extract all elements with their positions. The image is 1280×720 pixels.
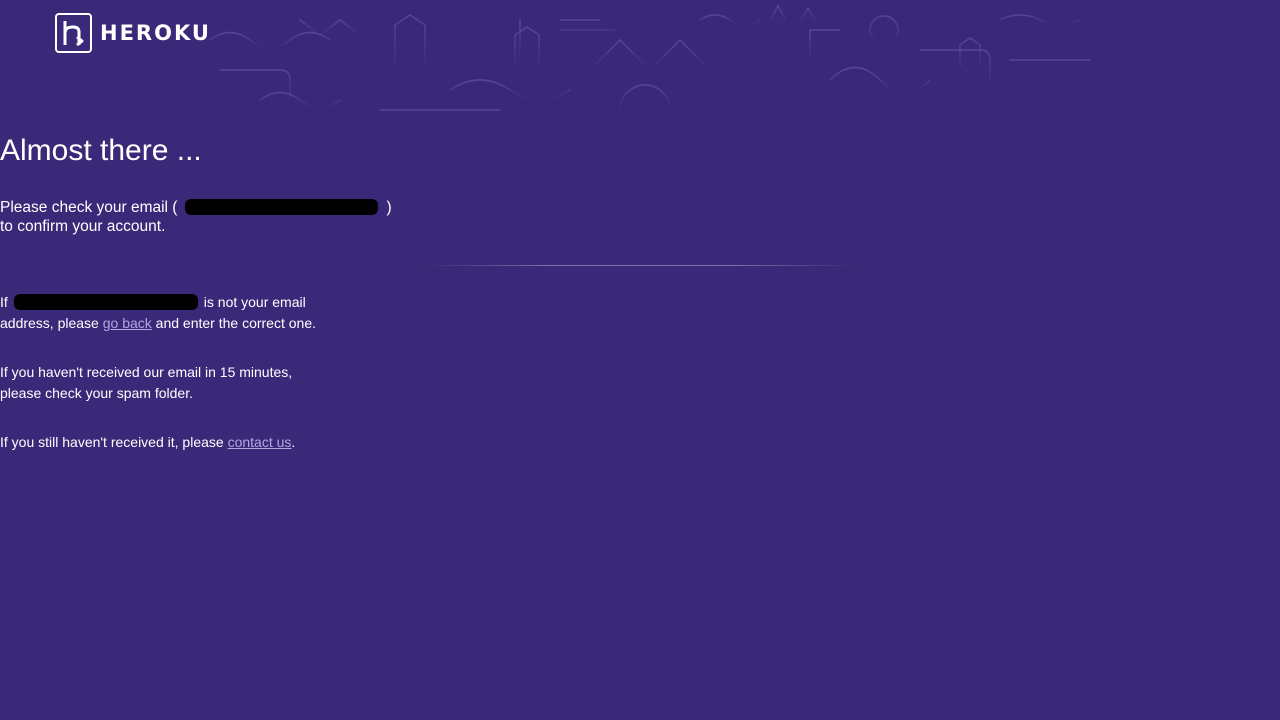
redacted-email	[13, 294, 198, 311]
redacted-email	[185, 198, 379, 215]
spam-folder-message: If you haven't received our email in 15 …	[0, 362, 1280, 404]
contact-suffix: .	[291, 434, 296, 450]
page-title: Almost there ...	[0, 134, 202, 167]
wrong-email-prefix: If	[0, 294, 8, 310]
wrong-email-suffix: is not your email	[203, 294, 306, 310]
confirm-prefix: Please check your email (	[0, 199, 178, 216]
heroku-logo-icon	[55, 13, 92, 53]
confirm-line2: to confirm your account.	[0, 218, 166, 235]
heroku-wordmark: HEROKU	[100, 21, 211, 45]
wrong-email-message: If is not your email address, please go b…	[0, 292, 1280, 334]
divider	[424, 265, 856, 266]
spam-line1: If you haven't received our email in 15 …	[0, 364, 293, 380]
heroku-logo[interactable]: HEROKU	[55, 13, 211, 53]
contact-us-link[interactable]: contact us	[228, 434, 292, 450]
confirm-suffix: )	[386, 199, 392, 216]
contact-message: If you still haven't received it, please…	[0, 432, 1280, 453]
contact-prefix: If you still haven't received it, please	[0, 434, 224, 450]
wrong-email-line2-suffix: and enter the correct one.	[155, 315, 316, 331]
wrong-email-line2-prefix: address, please	[0, 315, 99, 331]
spam-line2: please check your spam folder.	[0, 385, 193, 401]
go-back-link[interactable]: go back	[103, 315, 152, 331]
confirm-email-message: Please check your email () to confirm yo…	[0, 198, 1280, 236]
